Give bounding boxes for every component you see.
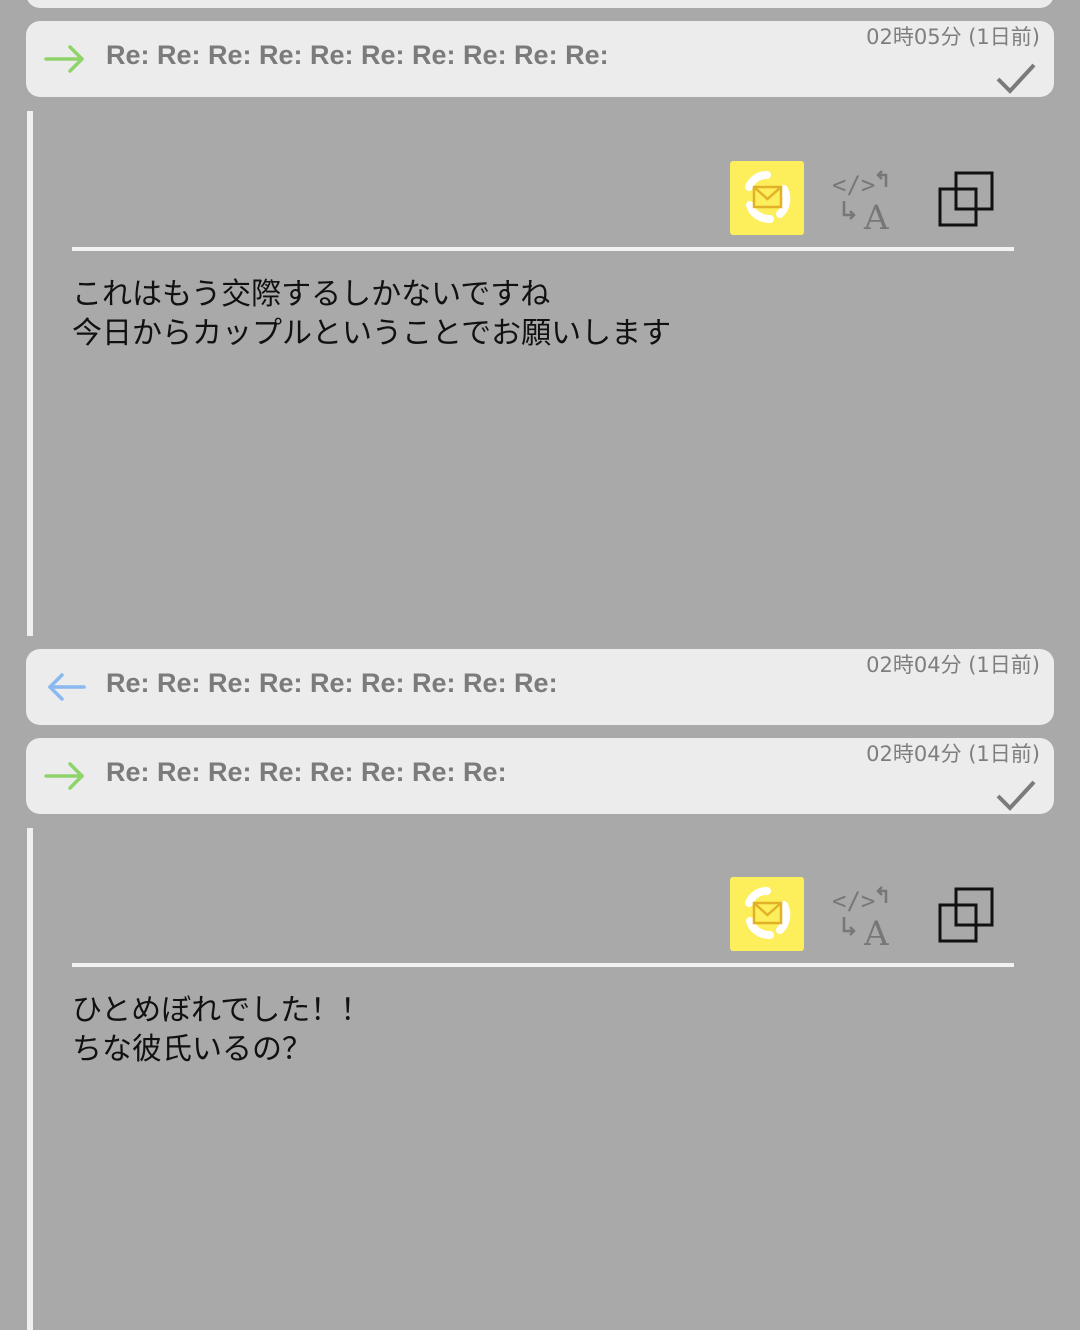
source-translate-button[interactable]: </> A [830, 165, 904, 238]
message-divider [72, 247, 1014, 251]
svg-text:A: A [863, 914, 889, 951]
message-text: これはもう交際するしかないですね 今日からカップルということでお願いします [72, 275, 1014, 353]
message-text: ひとめぼれでした！！ ちな彼氏いるの？ [72, 991, 1014, 1069]
copy-icon [938, 171, 994, 227]
source-translate-icon: </> A [832, 886, 889, 954]
message-timestamp: 02時04分 (1日前) [866, 742, 1040, 766]
message-line: ちな彼氏いるの？ [72, 1032, 312, 1067]
message-header-2[interactable]: Re: Re: Re: Re: Re: Re: Re: Re: Re: 02時0… [26, 649, 1054, 725]
mail-recycle-icon [745, 887, 791, 939]
message-line: ひとめぼれでした！！ [72, 993, 371, 1028]
check-icon [996, 63, 1036, 94]
arrow-right-icon [44, 45, 84, 73]
thread-line [27, 111, 33, 636]
message-body-3: </> A ひとめぼれでした！！ ちな彼氏いるの？ [72, 877, 1014, 1069]
mail-recycle-button[interactable] [730, 877, 804, 951]
message-line: 今日からカップルということでお願いします [72, 316, 672, 351]
source-translate-button[interactable]: </> A [830, 881, 904, 954]
check-icon [996, 780, 1036, 811]
copy-button[interactable] [934, 167, 1000, 231]
copy-icon [938, 887, 994, 943]
message-line: これはもう交際するしかないですね [72, 277, 551, 312]
arrow-right-icon [44, 762, 84, 790]
message-body-1: </> A これはもう交際するしかないですね 今日からカップルということでお願い… [72, 161, 1014, 353]
message-header-1[interactable]: Re: Re: Re: Re: Re: Re: Re: Re: Re: Re: … [26, 21, 1054, 97]
copy-button[interactable] [934, 883, 1000, 947]
message-subject: Re: Re: Re: Re: Re: Re: Re: Re: [106, 757, 507, 787]
message-subject: Re: Re: Re: Re: Re: Re: Re: Re: Re: Re: [106, 40, 609, 70]
message-toolbar: </> A [72, 877, 1014, 963]
svg-text:</>: </> [832, 171, 875, 199]
mail-recycle-button[interactable] [730, 161, 804, 235]
svg-text:A: A [863, 198, 889, 235]
previous-message-header[interactable] [26, 0, 1054, 8]
message-divider [72, 963, 1014, 967]
message-timestamp: 02時04分 (1日前) [866, 653, 1040, 677]
arrow-left-icon [48, 673, 86, 701]
message-timestamp: 02時05分 (1日前) [866, 25, 1040, 49]
message-toolbar: </> A [72, 161, 1014, 247]
mail-recycle-icon [745, 171, 791, 223]
message-subject: Re: Re: Re: Re: Re: Re: Re: Re: Re: [106, 668, 558, 698]
thread-line [27, 828, 33, 1330]
source-translate-icon: </> A [832, 170, 889, 238]
svg-text:</>: </> [832, 887, 875, 915]
message-header-3[interactable]: Re: Re: Re: Re: Re: Re: Re: Re: 02時04分 (… [26, 738, 1054, 814]
